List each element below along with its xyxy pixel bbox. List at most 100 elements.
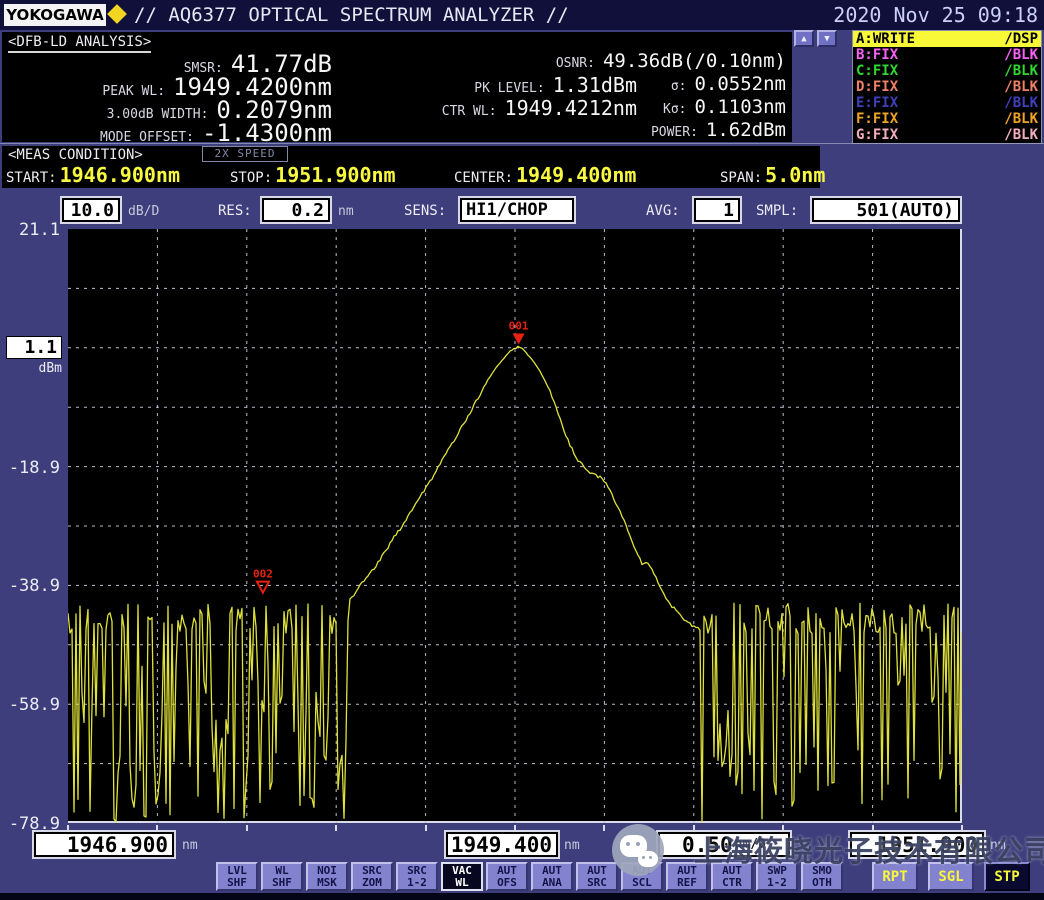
softkey-aut-ana[interactable]: AUTANA <box>531 862 573 891</box>
softkey-label: ZOM <box>353 877 391 889</box>
trace-mode: /BLK <box>1004 111 1038 127</box>
softkey-label: 1-2 <box>758 877 796 889</box>
smpl-field[interactable]: 501(AUTO) <box>812 198 960 222</box>
up-arrow-icon: ▲ <box>801 34 806 44</box>
x-axis-tick <box>782 825 784 831</box>
softkey-label: WL <box>443 877 481 889</box>
xaxis-start-field[interactable]: 1946.900 <box>34 832 174 857</box>
trace-row-g[interactable]: G:FIX/BLK <box>853 127 1041 143</box>
start-value[interactable]: 1946.900nm <box>60 163 180 187</box>
x-axis-tick <box>156 825 158 831</box>
res-unit: nm <box>338 204 354 219</box>
softkey-src-1-2[interactable]: SRC1-2 <box>396 862 438 891</box>
softkey-aut-scl[interactable]: AUTSCL <box>621 862 663 891</box>
softkey-aut-ctr[interactable]: AUTCTR <box>711 862 753 891</box>
meas-condition-panel: <MEAS CONDITION> 2X SPEED START:1946.900… <box>2 146 820 188</box>
softkey-label: SRC <box>353 865 391 877</box>
softkey-label: AUT <box>668 865 706 877</box>
xaxis-start-value: 1946.900 <box>67 833 168 857</box>
smpl-label: SMPL: <box>756 203 798 219</box>
softkey-menu: LVLSHFWLSHFNOIMSKSRCZOMSRC1-2VACWLAUTOFS… <box>216 862 843 891</box>
softkey-label: 1-2 <box>398 877 436 889</box>
trace-scroll-down-button[interactable]: ▼ <box>817 30 837 47</box>
trace-row-f[interactable]: F:FIX/BLK <box>853 111 1041 127</box>
trace-name: E:FIX <box>856 95 898 111</box>
trace-mode: /BLK <box>1004 63 1038 79</box>
res-field[interactable]: 0.2 <box>262 198 330 222</box>
sigma-value: 0.0552nm <box>694 73 786 95</box>
trace-row-a[interactable]: A:WRITE/DSP <box>853 31 1041 47</box>
sgl-button[interactable]: SGL <box>928 862 974 891</box>
softkey-smo-oth[interactable]: SMOOTH <box>801 862 843 891</box>
softkey-aut-src[interactable]: AUTSRC <box>576 862 618 891</box>
y-axis-label: -18.9 <box>0 458 60 478</box>
ksigma-value: 0.1103nm <box>694 96 786 118</box>
softkey-label: AUT <box>488 865 526 877</box>
center-value[interactable]: 1949.400nm <box>516 163 636 187</box>
xaxis-perdiv-field[interactable]: 0.50nm/D <box>658 832 790 857</box>
analysis-row: PEAK WL:1949.4200nm PK LEVEL:1.31dBm σ:0… <box>2 73 792 96</box>
trace-name: B:FIX <box>856 47 898 63</box>
stop-value[interactable]: 1951.900nm <box>275 163 395 187</box>
smpl-value: 501(AUTO) <box>856 200 954 221</box>
trace-mode: /DSP <box>1004 31 1038 47</box>
softkey-label: LVL <box>218 865 256 877</box>
power-label: POWER: <box>651 125 698 140</box>
xaxis-center-value: 1949.400 <box>451 833 552 857</box>
yokogawa-logo: YOKOGAWA <box>4 4 106 26</box>
grid <box>68 229 962 823</box>
sweep-menu: RPT SGL STP <box>872 862 1030 891</box>
trace-row-e[interactable]: E:FIX/BLK <box>853 95 1041 111</box>
trace-name: C:FIX <box>856 63 898 79</box>
x-axis-tick <box>246 825 248 831</box>
ref-level-field[interactable]: 1.1 <box>6 336 62 359</box>
stp-button[interactable]: STP <box>984 862 1030 891</box>
y-axis-label: -38.9 <box>0 576 60 596</box>
marker-002: 002 <box>253 568 273 593</box>
svg-text:002: 002 <box>253 568 273 581</box>
softkey-label: AUT <box>578 865 616 877</box>
xaxis-center-field[interactable]: 1949.400 <box>446 832 558 857</box>
x-axis-tick <box>693 825 695 831</box>
softkey-src-zom[interactable]: SRCZOM <box>351 862 393 891</box>
marker-001: 001 <box>509 320 529 345</box>
spectrum-chart: 001 002 <box>68 229 962 823</box>
power-value: 1.62dBm <box>706 119 786 141</box>
sens-value: HI1/CHOP <box>466 200 548 220</box>
softkey-vac-wl[interactable]: VACWL <box>441 862 483 891</box>
center-label: CENTER: <box>454 170 513 186</box>
softkey-lvl-shf[interactable]: LVLSHF <box>216 862 258 891</box>
ref-level-value: 1.1 <box>24 337 57 358</box>
xaxis-start-unit: nm <box>182 838 198 853</box>
softkey-label: AUT <box>623 865 661 877</box>
rpt-button[interactable]: RPT <box>872 862 918 891</box>
trace-row-c[interactable]: C:FIX/BLK <box>853 63 1041 79</box>
softkey-label: REF <box>668 877 706 889</box>
softkey-label: SRC <box>398 865 436 877</box>
stop-label: STOP: <box>230 170 272 186</box>
trace-name: A:WRITE <box>856 31 915 47</box>
softkey-label: VAC <box>443 865 481 877</box>
level-scale-field[interactable]: 10.0 <box>62 198 120 222</box>
softkey-wl-shf[interactable]: WLSHF <box>261 862 303 891</box>
trace-row-d[interactable]: D:FIX/BLK <box>853 79 1041 95</box>
softkey-aut-ref[interactable]: AUTREF <box>666 862 708 891</box>
analysis-row: 3.00dB WIDTH:0.2079nm CTR WL:1949.4212nm… <box>2 96 792 119</box>
pk-level-label: PK LEVEL: <box>474 81 544 96</box>
meas-heading: <MEAS CONDITION> <box>8 147 143 163</box>
x-axis-tick <box>425 825 427 831</box>
y-axis-label: -58.9 <box>0 695 60 715</box>
softkey-noi-msk[interactable]: NOIMSK <box>306 862 348 891</box>
xaxis-stop-field[interactable]: 1951.900 <box>850 832 984 857</box>
softkey-label: AUT <box>713 865 751 877</box>
softkey-label: SCL <box>623 877 661 889</box>
softkey-aut-ofs[interactable]: AUTOFS <box>486 862 528 891</box>
softkey-swp-1-2[interactable]: SWP1-2 <box>756 862 798 891</box>
span-value[interactable]: 5.0nm <box>765 163 825 187</box>
trace-table: A:WRITE/DSPB:FIX/BLKC:FIX/BLKD:FIX/BLKE:… <box>852 30 1042 144</box>
avg-field[interactable]: 1 <box>694 198 740 222</box>
trace-scroll-up-button[interactable]: ▲ <box>794 30 814 47</box>
x-axis-tick <box>961 825 963 831</box>
trace-row-b[interactable]: B:FIX/BLK <box>853 47 1041 63</box>
sens-field[interactable]: HI1/CHOP <box>460 198 574 222</box>
